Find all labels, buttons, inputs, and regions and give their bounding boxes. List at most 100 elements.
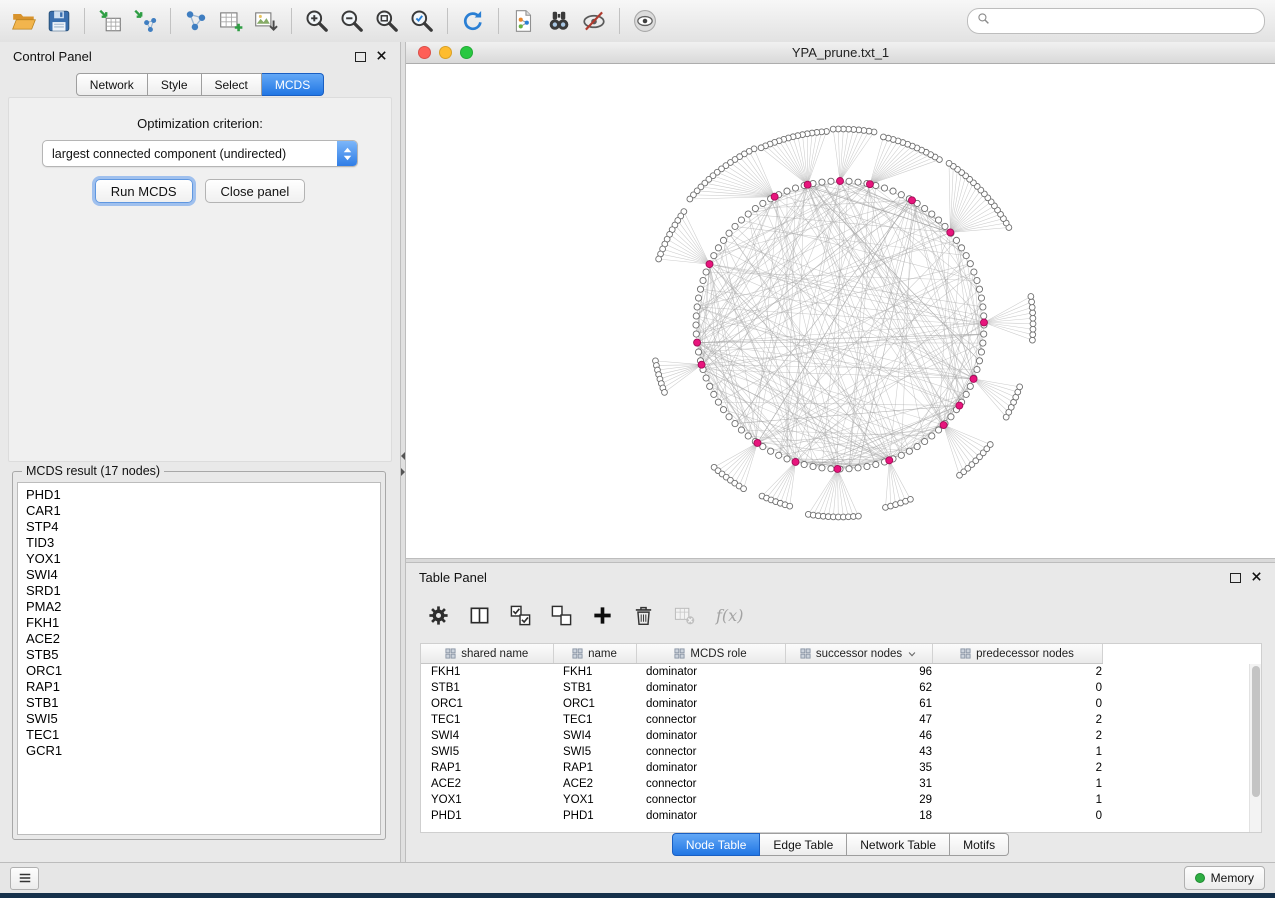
column-header-predecessor-nodes[interactable]: predecessor nodes xyxy=(932,644,1102,664)
table-row[interactable]: ORC1ORC1dominator610 xyxy=(421,696,1261,712)
minimize-window-button[interactable] xyxy=(439,46,452,59)
memory-button[interactable]: Memory xyxy=(1184,866,1265,890)
table-cell-filler xyxy=(1102,744,1261,760)
mcds-result-item[interactable]: SWI4 xyxy=(18,567,380,583)
table-row[interactable]: FKH1FKH1dominator962 xyxy=(421,664,1261,681)
table-row[interactable]: STB1STB1dominator620 xyxy=(421,680,1261,696)
mcds-result-item[interactable]: CAR1 xyxy=(18,503,380,519)
tab-network-table[interactable]: Network Table xyxy=(847,833,950,856)
import-table-disabled-icon[interactable] xyxy=(672,603,696,627)
table-cell: 0 xyxy=(932,808,1102,824)
zoom-in-icon[interactable] xyxy=(303,7,331,35)
tab-mcds[interactable]: MCDS xyxy=(262,73,324,96)
table-row[interactable]: SWI4SWI4dominator462 xyxy=(421,728,1261,744)
table-scrollbar-thumb[interactable] xyxy=(1252,666,1260,797)
zoom-out-icon[interactable] xyxy=(338,7,366,35)
close-panel-button[interactable]: Close panel xyxy=(205,179,306,203)
new-network-icon[interactable] xyxy=(182,7,210,35)
tab-motifs[interactable]: Motifs xyxy=(950,833,1009,856)
search-box[interactable] xyxy=(967,8,1265,34)
hide-style-icon[interactable] xyxy=(580,7,608,35)
table-cell: 96 xyxy=(785,664,932,681)
float-panel-icon[interactable] xyxy=(355,52,366,62)
refresh-layout-icon[interactable] xyxy=(459,7,487,35)
table-scrollbar[interactable] xyxy=(1249,664,1261,832)
table-cell-filler xyxy=(1102,760,1261,776)
share-document-icon[interactable] xyxy=(510,7,538,35)
mcds-result-item[interactable]: STP4 xyxy=(18,519,380,535)
table-row[interactable]: YOX1YOX1connector291 xyxy=(421,792,1261,808)
table-cell-filler xyxy=(1102,808,1261,824)
delete-column-icon[interactable] xyxy=(631,603,655,627)
select-all-icon[interactable] xyxy=(508,603,532,627)
zoom-window-button[interactable] xyxy=(460,46,473,59)
close-panel-icon[interactable] xyxy=(376,49,387,64)
show-columns-icon[interactable] xyxy=(467,603,491,627)
mcds-result-item[interactable]: SRD1 xyxy=(18,583,380,599)
mcds-result-item[interactable]: PHD1 xyxy=(18,487,380,503)
search-icon xyxy=(977,12,990,30)
table-cell: connector xyxy=(636,712,785,728)
column-header-name[interactable]: name xyxy=(553,644,636,664)
function-builder-icon[interactable]: f(x) xyxy=(716,606,743,625)
table-row[interactable]: PHD1PHD1dominator180 xyxy=(421,808,1261,824)
export-image-icon[interactable] xyxy=(252,7,280,35)
collapse-right-icon[interactable] xyxy=(401,468,405,476)
table-settings-icon[interactable] xyxy=(426,603,450,627)
run-mcds-button[interactable]: Run MCDS xyxy=(95,179,193,203)
table-row[interactable]: TEC1TEC1connector472 xyxy=(421,712,1261,728)
show-graphics-details-icon[interactable] xyxy=(631,7,659,35)
zoom-fit-icon[interactable] xyxy=(373,7,401,35)
mcds-result-item[interactable]: FKH1 xyxy=(18,615,380,631)
mcds-result-item[interactable]: GCR1 xyxy=(18,743,380,759)
network-window-titlebar[interactable]: YPA_prune.txt_1 xyxy=(406,42,1275,64)
mcds-result-item[interactable]: PMA2 xyxy=(18,599,380,615)
table-cell: 62 xyxy=(785,680,932,696)
column-header-mcds-role[interactable]: MCDS role xyxy=(636,644,785,664)
table-cell: 31 xyxy=(785,776,932,792)
tab-edge-table[interactable]: Edge Table xyxy=(760,833,847,856)
mcds-result-item[interactable]: YOX1 xyxy=(18,551,380,567)
mcds-result-item[interactable]: ORC1 xyxy=(18,663,380,679)
close-table-panel-icon[interactable] xyxy=(1251,570,1262,585)
float-table-panel-icon[interactable] xyxy=(1230,573,1241,583)
network-canvas[interactable] xyxy=(406,64,1275,558)
mcds-result-item[interactable]: SWI5 xyxy=(18,711,380,727)
attribute-type-icon xyxy=(445,648,456,659)
mcds-result-item[interactable]: STB1 xyxy=(18,695,380,711)
table-row[interactable]: ACE2ACE2connector311 xyxy=(421,776,1261,792)
tab-network[interactable]: Network xyxy=(76,73,148,96)
mcds-result-item[interactable]: RAP1 xyxy=(18,679,380,695)
table-cell: PHD1 xyxy=(553,808,636,824)
column-header-successor-nodes[interactable]: successor nodes xyxy=(785,644,932,664)
table-row[interactable]: RAP1RAP1dominator352 xyxy=(421,760,1261,776)
new-table-icon[interactable] xyxy=(217,7,245,35)
unselect-all-icon[interactable] xyxy=(549,603,573,627)
mcds-result-item[interactable]: TEC1 xyxy=(18,727,380,743)
optimization-criterion-select[interactable]: largest connected component (undirected) xyxy=(42,140,358,167)
search-input[interactable] xyxy=(996,13,1255,29)
tab-select[interactable]: Select xyxy=(202,73,262,96)
splitter-collapse-handles[interactable] xyxy=(401,452,405,476)
import-table-icon[interactable] xyxy=(96,7,124,35)
collapse-left-icon[interactable] xyxy=(401,452,405,460)
import-network-icon[interactable] xyxy=(131,7,159,35)
task-history-button[interactable] xyxy=(10,867,39,890)
table-row[interactable]: SWI5SWI5connector431 xyxy=(421,744,1261,760)
mcds-result-list[interactable]: PHD1CAR1STP4TID3YOX1SWI4SRD1PMA2FKH1ACE2… xyxy=(17,482,381,835)
table-cell: ACE2 xyxy=(553,776,636,792)
open-session-icon[interactable] xyxy=(10,7,38,35)
mcds-result-item[interactable]: STB5 xyxy=(18,647,380,663)
table-cell-filler xyxy=(1102,728,1261,744)
column-header-shared-name[interactable]: shared name xyxy=(421,644,553,664)
toolbar-separator xyxy=(170,8,171,34)
tab-style[interactable]: Style xyxy=(148,73,202,96)
zoom-selected-icon[interactable] xyxy=(408,7,436,35)
close-window-button[interactable] xyxy=(418,46,431,59)
save-session-icon[interactable] xyxy=(45,7,73,35)
tab-node-table[interactable]: Node Table xyxy=(672,833,761,856)
find-icon[interactable] xyxy=(545,7,573,35)
mcds-result-item[interactable]: TID3 xyxy=(18,535,380,551)
mcds-result-item[interactable]: ACE2 xyxy=(18,631,380,647)
add-column-icon[interactable] xyxy=(590,603,614,627)
